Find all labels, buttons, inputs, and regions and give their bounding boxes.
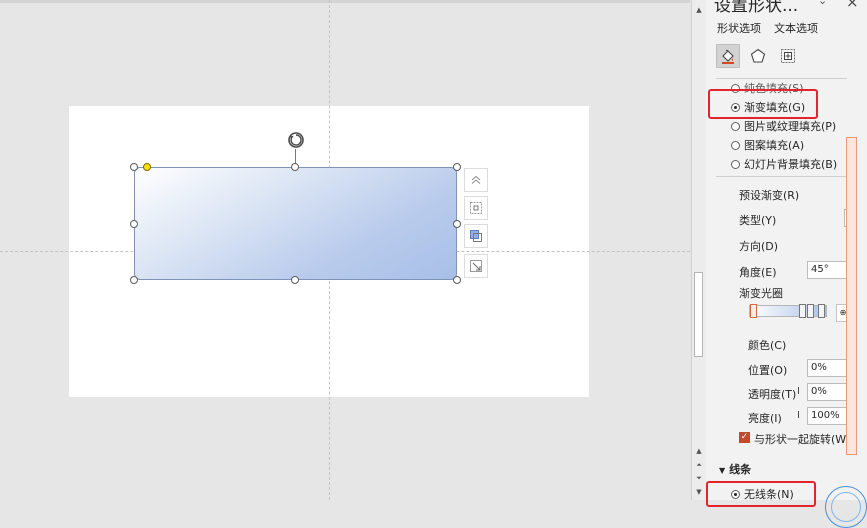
gradient-stops-label: 渐变光圈 <box>739 287 783 300</box>
resize-handle-right[interactable] <box>453 220 461 228</box>
close-icon[interactable]: × <box>846 0 859 11</box>
gradient-stop[interactable] <box>799 304 806 318</box>
fill-option-slide-background[interactable]: 幻灯片背景填充(B) <box>731 156 837 172</box>
ruler-strip <box>0 0 690 3</box>
angle-input[interactable]: 45° <box>807 261 847 279</box>
resize-handle-top-right[interactable] <box>453 163 461 171</box>
resize-handle-bottom-right[interactable] <box>453 276 461 284</box>
scrollbar-thumb[interactable] <box>694 272 703 357</box>
fill-line-button[interactable] <box>716 44 740 68</box>
fill-option-label: 图片或纹理填充(P) <box>744 120 837 133</box>
gradient-stop[interactable] <box>818 304 825 318</box>
gradient-stop[interactable] <box>807 304 814 318</box>
type-label: 类型(Y) <box>739 214 777 227</box>
fill-option-pattern[interactable]: 图案填充(A) <box>731 137 804 153</box>
size-properties-icon <box>781 49 795 63</box>
position-label: 位置(O) <box>748 364 788 377</box>
fill-option-label: 图案填充(A) <box>744 139 805 152</box>
position-input[interactable]: 0% <box>807 359 847 377</box>
line-section-label: 线条 <box>729 463 752 476</box>
highlighted-scroll-region <box>846 137 857 455</box>
scroll-up-small-icon[interactable]: ▲ <box>692 445 706 457</box>
canvas-vertical-scrollbar[interactable]: ▲ ▲ ⏶ ⏷ ▼ <box>691 0 706 500</box>
preset-gradient-label[interactable]: 预设渐变(R) <box>739 187 799 203</box>
radio-button[interactable] <box>731 159 740 169</box>
pane-title: 设置形状... <box>714 0 799 16</box>
tab-shape-options[interactable]: 形状选项 <box>717 20 761 36</box>
gradient-stop-selected[interactable] <box>750 304 757 318</box>
crop-edit-button[interactable] <box>464 254 488 278</box>
transparency-input[interactable]: 0% <box>807 383 847 401</box>
transparency-label: 透明度(T) <box>748 388 797 401</box>
brightness-input[interactable]: 100% <box>807 407 847 425</box>
scroll-up-icon[interactable]: ▲ <box>692 4 706 16</box>
radio-button[interactable] <box>731 121 740 131</box>
direction-label: 方向(D) <box>739 240 779 253</box>
format-shape-pane: 设置形状... ⌄ × 形状选项 文本选项 纯色填充(S) 渐变填充(G) 图片… <box>706 0 867 528</box>
selected-rectangle-shape[interactable] <box>134 167 457 280</box>
line-section-header[interactable]: ▼ 线条 <box>719 461 751 477</box>
resize-handle-bottom[interactable] <box>291 276 299 284</box>
divider <box>716 78 847 79</box>
resize-handle-top[interactable] <box>291 163 299 171</box>
slide-canvas-area[interactable] <box>0 0 690 500</box>
scroll-down-icon[interactable]: ▼ <box>692 486 706 498</box>
fill-line-icon <box>722 49 734 64</box>
annotation-highlight-gradient-fill <box>708 89 818 119</box>
double-chevron-up-icon <box>471 175 481 184</box>
effects-pentagon-icon <box>750 48 766 63</box>
chevron-down-icon: ▼ <box>719 466 726 475</box>
angle-label: 角度(E) <box>739 266 777 279</box>
floating-assistant-button[interactable] <box>825 486 867 528</box>
shape-style-button[interactable] <box>464 224 488 248</box>
slider-icon[interactable]: I <box>797 386 800 397</box>
gradient-stops-bar[interactable] <box>749 305 827 317</box>
pane-options-chevron-icon[interactable]: ⌄ <box>818 0 827 7</box>
slider-icon[interactable]: I <box>797 410 800 421</box>
collapse-toolbar-button[interactable] <box>464 168 488 192</box>
radio-button[interactable] <box>731 140 740 150</box>
resize-handle-left[interactable] <box>130 220 138 228</box>
pane-tabs: 形状选项 文本选项 <box>717 20 818 36</box>
effects-button[interactable] <box>746 44 770 68</box>
rotate-with-shape-label: 与形状一起旋转(W) <box>754 433 851 446</box>
option-icons <box>716 44 800 68</box>
layout-options-icon <box>470 202 482 214</box>
divider <box>716 176 847 177</box>
previous-slide-icon[interactable]: ⏶ <box>692 459 706 471</box>
brightness-label: 亮度(I) <box>748 412 782 425</box>
rotate-with-shape-checkbox[interactable]: ✓ <box>739 432 750 443</box>
corner-radius-handle[interactable] <box>143 163 151 171</box>
size-properties-button[interactable] <box>776 44 800 68</box>
resize-handle-bottom-left[interactable] <box>130 276 138 284</box>
next-slide-icon[interactable]: ⏷ <box>692 472 706 484</box>
edit-shape-icon <box>470 260 482 272</box>
shape-style-icon <box>470 230 482 242</box>
tab-text-options[interactable]: 文本选项 <box>774 20 818 36</box>
annotation-highlight-no-line <box>706 481 816 507</box>
resize-handle-top-left[interactable] <box>130 163 138 171</box>
fill-option-picture[interactable]: 图片或纹理填充(P) <box>731 118 836 134</box>
rotate-handle-icon[interactable] <box>286 130 306 150</box>
fill-option-label: 幻灯片背景填充(B) <box>744 158 838 171</box>
layout-options-button[interactable] <box>464 196 488 220</box>
color-label: 颜色(C) <box>748 339 787 352</box>
